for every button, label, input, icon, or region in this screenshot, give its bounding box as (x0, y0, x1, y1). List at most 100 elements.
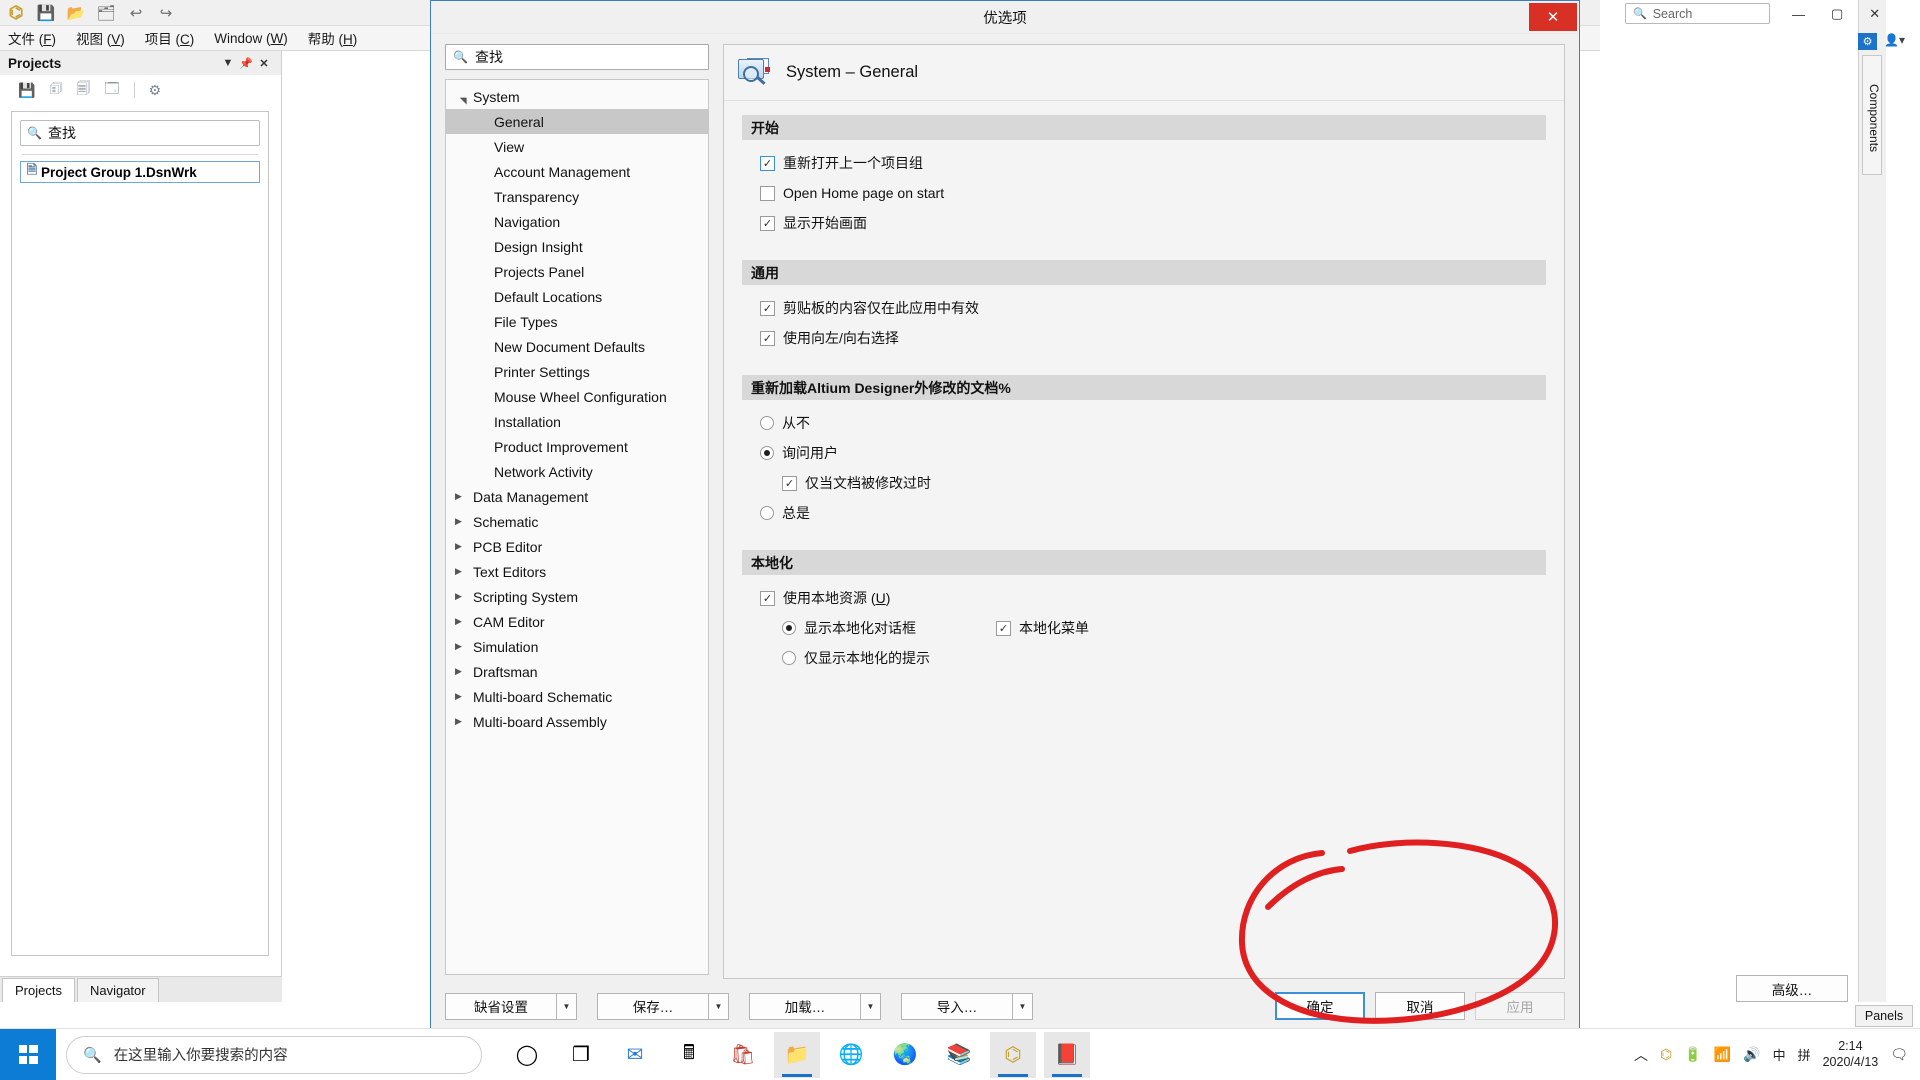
window-close-button[interactable]: ✕ (1869, 6, 1880, 22)
taskbar-search-input[interactable]: 🔍 在这里输入你要搜索的内容 (66, 1035, 482, 1074)
checkbox-indicator[interactable]: ✓ (760, 215, 775, 231)
copy-icon[interactable]: 🗊 (49, 78, 62, 102)
tree-item-network-activity[interactable]: Network Activity (446, 459, 708, 484)
menu-window[interactable]: Window (W) (214, 31, 288, 46)
checkbox-option[interactable]: ✓ 本地化菜单 (996, 613, 1089, 643)
import-settings-button[interactable]: 导入… ▼ (901, 992, 1033, 1020)
chevron-right-icon[interactable]: ▶ (455, 641, 471, 652)
calculator-icon[interactable]: 🖩 (666, 1032, 712, 1078)
radio-indicator[interactable] (782, 621, 796, 635)
checkbox-option[interactable]: ✓ 显示开始画面 (760, 208, 1564, 238)
open-document-icon[interactable]: 🗂 (96, 3, 116, 23)
chevron-right-icon[interactable]: ▶ (455, 591, 471, 602)
tree-item-account-management[interactable]: Account Management (446, 159, 708, 184)
radio-indicator[interactable] (760, 506, 774, 520)
chevron-down-icon[interactable]: ▼ (557, 992, 577, 1020)
tree-item-multi-board-assembly[interactable]: ▶ Multi-board Assembly (446, 709, 708, 734)
checkbox-indicator[interactable]: ✓ (996, 620, 1011, 636)
cancel-button[interactable]: 取消 (1375, 992, 1465, 1020)
mail-icon[interactable]: ✉ (612, 1032, 658, 1078)
checkbox-option[interactable]: ✓ 使用向左/向右选择 (760, 323, 1564, 353)
gear-icon[interactable]: ⚙ (149, 82, 162, 99)
menu-view[interactable]: 视图 (V) (76, 28, 125, 48)
chevron-right-icon[interactable]: ▶ (455, 566, 471, 577)
project-options-icon[interactable]: 🗔 (104, 78, 119, 102)
chrome-icon[interactable]: 🌏 (882, 1032, 928, 1078)
projects-search-input[interactable]: 🔍 查找 (20, 120, 260, 146)
tree-item-cam-editor[interactable]: ▶ CAM Editor (446, 609, 708, 634)
dialog-close-button[interactable]: ✕ (1529, 3, 1577, 31)
tree-item-scripting-system[interactable]: ▶ Scripting System (446, 584, 708, 609)
altium-tray-icon[interactable]: ⌬ (1660, 1046, 1672, 1063)
tree-item-view[interactable]: View (446, 134, 708, 159)
tree-item-schematic[interactable]: ▶ Schematic (446, 509, 708, 534)
save-settings-button[interactable]: 保存… ▼ (597, 992, 729, 1020)
altium-designer-icon[interactable]: 📕 (1044, 1031, 1090, 1078)
checkbox-indicator[interactable]: ✓ (760, 300, 775, 316)
radio-option[interactable]: 仅显示本地化的提示 (782, 643, 1564, 673)
chevron-right-icon[interactable]: ▶ (455, 666, 471, 677)
settings-gear-icon[interactable]: ⚙ (1858, 33, 1877, 50)
tree-item-navigation[interactable]: Navigation (446, 209, 708, 234)
ok-button[interactable]: 确定 (1275, 992, 1365, 1020)
radio-indicator[interactable] (760, 446, 774, 460)
tree-item-projects-panel[interactable]: Projects Panel (446, 259, 708, 284)
chevron-right-icon[interactable]: ▶ (455, 616, 471, 627)
tree-item-mouse-wheel-configuration[interactable]: Mouse Wheel Configuration (446, 384, 708, 409)
tree-item-printer-settings[interactable]: Printer Settings (446, 359, 708, 384)
tree-item-text-editors[interactable]: ▶ Text Editors (446, 559, 708, 584)
file-explorer-icon[interactable]: 📁 (774, 1031, 820, 1078)
chevron-right-icon[interactable]: ▶ (455, 716, 471, 727)
minimize-button[interactable]: — (1792, 7, 1805, 22)
chevron-right-icon[interactable]: ▶ (455, 491, 471, 502)
project-group-item[interactable]: 🗎 Project Group 1.DsnWrk (20, 161, 260, 183)
cortana-icon[interactable]: ◯ (504, 1032, 550, 1078)
chevron-up-icon[interactable]: ︿ (1634, 1045, 1648, 1065)
volume-icon[interactable]: 🔊 (1743, 1046, 1760, 1063)
open-folder-icon[interactable]: 📂 (66, 3, 86, 23)
radio-option[interactable]: 从不 (760, 408, 1564, 438)
menu-file[interactable]: 文件 (F) (8, 28, 56, 48)
chevron-down-icon[interactable]: ◢ (458, 89, 469, 105)
radio-option[interactable]: 询问用户 (760, 438, 1564, 468)
checkbox-indicator[interactable]: ✓ (760, 155, 775, 171)
store-icon[interactable]: 🛍 (720, 1032, 766, 1078)
tree-item-default-locations[interactable]: Default Locations (446, 284, 708, 309)
pin-icon[interactable]: 📌 (237, 57, 255, 70)
panels-tab[interactable]: Panels (1855, 1005, 1913, 1027)
tree-item-design-insight[interactable]: Design Insight (446, 234, 708, 259)
chevron-down-icon[interactable]: ▼ (709, 992, 729, 1020)
account-icon[interactable]: 👤▾ (1884, 33, 1905, 47)
window-search-input[interactable]: 🔍 Search (1625, 3, 1770, 24)
checkbox-indicator[interactable]: ✓ (760, 185, 775, 201)
checkbox-option[interactable]: ✓ 剪贴板的内容仅在此应用中有效 (760, 293, 1564, 323)
checkbox-option[interactable]: ✓ Open Home page on start (760, 178, 1564, 208)
checkbox-option[interactable]: ✓ 重新打开上一个项目组 (760, 148, 1564, 178)
checkbox-indicator[interactable]: ✓ (782, 475, 797, 491)
undo-icon[interactable]: ↩ (126, 3, 146, 23)
edge-icon[interactable]: 🌐 (828, 1032, 874, 1078)
checkbox-option[interactable]: ✓ 仅当文档被修改过时 (782, 468, 1564, 498)
task-view-icon[interactable]: ❐ (558, 1032, 604, 1078)
maximize-button[interactable]: ▢ (1831, 6, 1843, 22)
notification-icon[interactable]: 🗨 (1890, 1046, 1908, 1063)
tree-item-pcb-editor[interactable]: ▶ PCB Editor (446, 534, 708, 559)
menu-project[interactable]: 项目 (C) (145, 28, 195, 48)
tree-item-transparency[interactable]: Transparency (446, 184, 708, 209)
radio-indicator[interactable] (782, 651, 796, 665)
preferences-search-input[interactable]: 🔍 查找 (445, 44, 709, 70)
tree-item-simulation[interactable]: ▶ Simulation (446, 634, 708, 659)
ime-indicator[interactable]: 中 (1773, 1045, 1786, 1064)
battery-icon[interactable]: 🔋 (1684, 1046, 1701, 1063)
tree-item-file-types[interactable]: File Types (446, 309, 708, 334)
ime-mode-indicator[interactable]: 拼 (1798, 1045, 1811, 1064)
chevron-right-icon[interactable]: ▶ (455, 691, 471, 702)
redo-icon[interactable]: ↪ (156, 3, 176, 23)
tree-item-new-document-defaults[interactable]: New Document Defaults (446, 334, 708, 359)
tree-item-data-management[interactable]: ▶ Data Management (446, 484, 708, 509)
taskbar-clock[interactable]: 2:14 2020/4/13 (1823, 1039, 1879, 1070)
menu-help[interactable]: 帮助 (H) (308, 28, 358, 48)
wifi-icon[interactable]: 📶 (1714, 1046, 1731, 1063)
library-icon[interactable]: 📚 (936, 1032, 982, 1078)
altium-icon[interactable]: ⌬ (990, 1031, 1036, 1078)
